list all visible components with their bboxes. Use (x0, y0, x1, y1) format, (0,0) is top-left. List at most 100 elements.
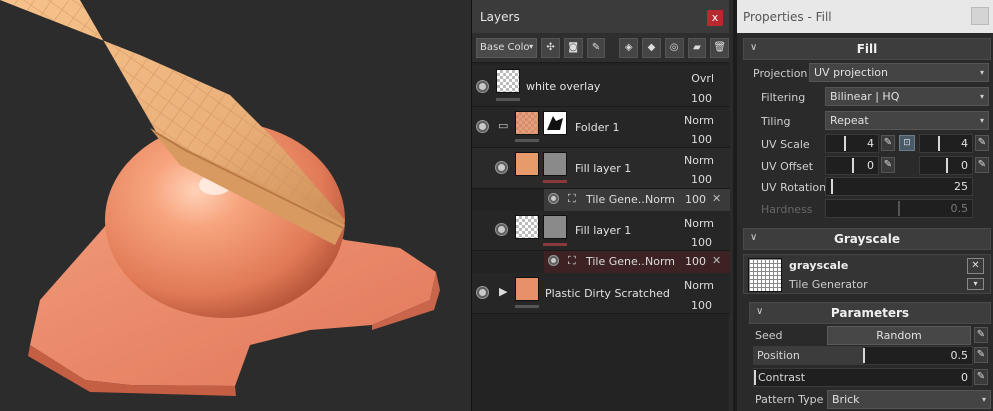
slider-knob[interactable] (863, 348, 865, 363)
layer-row[interactable]: white overlay Ovrl 100 (472, 65, 730, 107)
add-fill-layer-icon[interactable]: ◆ (642, 37, 661, 58)
slider-knob[interactable] (754, 370, 756, 385)
close-properties-button[interactable] (971, 7, 989, 25)
slider-knob[interactable] (831, 179, 833, 194)
projection-value: UV projection (814, 66, 889, 79)
close-layers-button[interactable]: x (707, 10, 723, 26)
edit-pen-icon[interactable]: ✎ (881, 135, 895, 151)
visibility-eye-icon[interactable] (477, 121, 488, 132)
folder-open-icon[interactable]: ▭ (498, 119, 508, 132)
edit-pen-icon[interactable]: ✎ (975, 135, 989, 151)
layer-opacity[interactable]: 100 (691, 133, 712, 146)
effect-name: Tile Gene... (586, 193, 649, 206)
edit-pen-icon[interactable]: ✎ (974, 327, 988, 343)
visibility-eye-icon[interactable] (477, 81, 488, 92)
effect-blend-mode[interactable]: Norm (645, 193, 675, 206)
position-value: 0.5 (950, 349, 969, 362)
position-slider[interactable]: Position 0.5 (753, 346, 973, 365)
add-folder-icon[interactable]: ▰ (687, 37, 707, 58)
pattern-type-value: Brick (832, 393, 860, 406)
contrast-slider[interactable]: Contrast 0 (753, 368, 973, 387)
chevron-down-icon: ▾ (979, 116, 984, 125)
contrast-label: Contrast (758, 371, 806, 384)
uv-rotation-slider[interactable]: 25 (825, 177, 973, 196)
projection-label: Projection (753, 67, 808, 80)
layers-panel-header: Layers x (472, 0, 729, 33)
layer-row[interactable]: Fill layer 1 Norm 100 (472, 148, 730, 189)
visibility-eye-icon[interactable] (549, 256, 558, 265)
fill-bucket-icon: ⛶ (568, 254, 576, 267)
channel-dropdown[interactable]: Base Colo ▾ (476, 37, 538, 58)
brush-icon[interactable]: ✎ (586, 37, 606, 58)
chevron-down-icon: ∨ (756, 306, 764, 317)
tiling-dropdown[interactable]: Repeat ▾ (825, 111, 989, 130)
layer-row[interactable]: ▭ Folder 1 Norm 100 (472, 107, 730, 148)
edit-pen-icon[interactable]: ✎ (974, 369, 988, 385)
uv-scale-v-slider[interactable]: 4 (919, 134, 973, 153)
layer-opacity[interactable]: 100 (691, 236, 712, 249)
edit-pen-icon[interactable]: ✎ (975, 157, 989, 173)
visibility-eye-icon[interactable] (549, 194, 558, 203)
visibility-eye-icon[interactable] (496, 162, 507, 173)
effect-opacity[interactable]: 100 (685, 193, 706, 206)
grayscale-section-header[interactable]: ∨ Grayscale (743, 228, 991, 250)
remove-effect-icon[interactable]: ✕ (712, 254, 721, 267)
properties-panel-header: Properties - Fill (737, 0, 993, 33)
visibility-eye-icon[interactable] (496, 224, 507, 235)
slider-knob[interactable] (852, 158, 854, 173)
thumbnail-bar (543, 243, 567, 246)
random-seed-button[interactable]: Random (827, 326, 971, 345)
layer-opacity[interactable]: 100 (691, 299, 712, 312)
layer-blend-mode[interactable]: Norm (684, 114, 714, 127)
resource-type: Tile Generator (789, 278, 868, 291)
slider-knob[interactable] (938, 136, 940, 151)
layer-row[interactable]: Fill layer 1 Norm 100 (472, 211, 730, 251)
effect-row[interactable]: ⛶ Tile Gene... Norm 100 ✕ (544, 189, 730, 211)
edit-pen-icon[interactable]: ✎ (881, 157, 895, 173)
slider-knob[interactable] (946, 158, 948, 173)
effect-blend-mode[interactable]: Norm (645, 255, 675, 268)
lock-icon[interactable]: ⊡ (899, 135, 915, 151)
slider-knob[interactable] (844, 136, 846, 151)
layers-panel: Layers x Base Colo ▾ ✣ ◙ ✎ ◈ ◆ ◎ ▰ 🗑 whi… (471, 0, 730, 411)
thumbnail-bar (515, 305, 539, 308)
pattern-type-dropdown[interactable]: Brick ▾ (827, 390, 991, 409)
chevron-down-icon: ▾ (979, 92, 984, 101)
filtering-value: Bilinear | HQ (830, 90, 900, 103)
add-effect-icon[interactable]: ✣ (541, 37, 560, 58)
fill-section-header[interactable]: ∨ Fill (743, 38, 991, 60)
uv-offset-v-slider[interactable]: 0 (919, 156, 973, 175)
layer-opacity[interactable]: 100 (691, 92, 712, 105)
chevron-down-icon: ▾ (981, 395, 986, 404)
layer-blend-mode[interactable]: Norm (684, 217, 714, 230)
remove-resource-icon[interactable]: ✕ (967, 258, 984, 274)
uv-scale-label: UV Scale (761, 138, 810, 151)
folder-collapsed-icon[interactable]: ▶ (499, 285, 507, 298)
mask-thumbnail (543, 111, 567, 135)
uv-scale-u-slider[interactable]: 4 (825, 134, 879, 153)
uv-offset-u-slider[interactable]: 0 (825, 156, 879, 175)
layer-blend-mode[interactable]: Norm (684, 279, 714, 292)
add-layer-icon[interactable]: ◈ (619, 37, 639, 58)
resource-thumbnail (748, 258, 782, 292)
remove-effect-icon[interactable]: ✕ (712, 192, 721, 205)
3d-viewport[interactable] (0, 0, 471, 411)
edit-pen-icon[interactable]: ✎ (974, 347, 988, 363)
uv-rotation-label: UV Rotation (761, 181, 827, 194)
visibility-eye-icon[interactable] (477, 287, 488, 298)
filtering-dropdown[interactable]: Bilinear | HQ ▾ (825, 87, 989, 106)
add-mask-icon[interactable]: ◙ (563, 37, 583, 58)
layer-row[interactable]: ▶ Plastic Dirty Scratched Norm 100 (472, 273, 730, 314)
resource-card[interactable]: grayscale Tile Generator ✕ ▾ (743, 254, 991, 294)
effect-opacity[interactable]: 100 (685, 255, 706, 268)
layer-blend-mode[interactable]: Ovrl (691, 72, 714, 85)
delete-layer-icon[interactable]: 🗑 (710, 37, 730, 58)
layer-opacity[interactable]: 100 (691, 173, 712, 186)
projection-dropdown[interactable]: UV projection ▾ (809, 63, 989, 82)
layer-blend-mode[interactable]: Norm (684, 154, 714, 167)
filtering-label: Filtering (761, 91, 806, 104)
resource-menu-icon[interactable]: ▾ (967, 278, 984, 290)
add-smart-material-icon[interactable]: ◎ (664, 37, 684, 58)
effect-row-selected[interactable]: ⛶ Tile Gene... Norm 100 ✕ (544, 251, 730, 273)
parameters-section-header[interactable]: ∨ Parameters (749, 302, 991, 324)
